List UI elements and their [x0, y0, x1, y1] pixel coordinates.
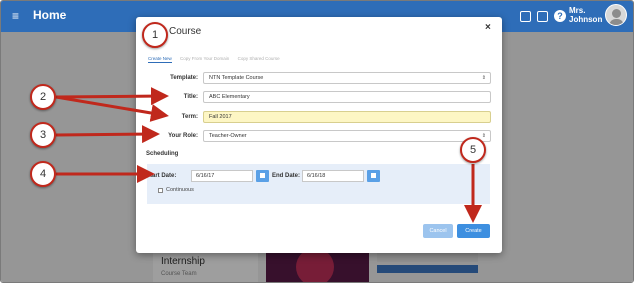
- start-date-label: Start Date:: [146, 173, 177, 179]
- tab-copy-shared-course[interactable]: Copy Shared Course: [238, 56, 280, 61]
- start-date-input[interactable]: 6/16/17: [191, 170, 253, 182]
- end-date-input[interactable]: 6/16/18: [302, 170, 364, 182]
- user-name-line2: Johnson: [569, 15, 603, 24]
- callout-1: 1: [142, 22, 168, 48]
- close-icon[interactable]: ×: [485, 22, 491, 33]
- start-calendar-icon[interactable]: [256, 170, 269, 182]
- avatar[interactable]: [605, 4, 627, 26]
- continuous-label: Continuous: [166, 187, 194, 193]
- course-modal: Course × Create New Copy From Your Domai…: [136, 17, 502, 253]
- title-value: ABC Elementary: [209, 94, 250, 100]
- template-label: Template:: [170, 75, 198, 81]
- select-caret-icon: ⇕: [481, 133, 486, 139]
- end-calendar-icon[interactable]: [367, 170, 380, 182]
- tab-copy-from-domain[interactable]: Copy From Your Domain: [180, 56, 229, 61]
- callout-3: 3: [30, 122, 56, 148]
- role-select[interactable]: Teacher-Owner ⇕: [203, 130, 491, 142]
- layers-icon[interactable]: [520, 11, 531, 22]
- callout-2: 2: [30, 84, 56, 110]
- hamburger-menu-icon[interactable]: ≡: [12, 10, 19, 22]
- create-button[interactable]: Create: [457, 224, 490, 238]
- callout-5: 5: [460, 137, 486, 163]
- page-title: Home: [33, 8, 67, 22]
- continuous-checkbox[interactable]: [158, 188, 163, 193]
- help-icon[interactable]: ?: [554, 10, 566, 22]
- end-date-label: End Date:: [272, 173, 301, 179]
- user-name-line1: Mrs.: [569, 6, 586, 15]
- template-select[interactable]: NTN Template Course ⇕: [203, 72, 491, 84]
- end-date-value: 6/16/18: [307, 173, 326, 179]
- term-value: Fall 2017: [209, 114, 232, 120]
- user-name[interactable]: Mrs. Johnson: [569, 6, 602, 24]
- callout-4: 4: [30, 161, 56, 187]
- start-date-value: 6/16/17: [196, 173, 215, 179]
- scheduling-heading: Scheduling: [146, 151, 179, 157]
- role-value: Teacher-Owner: [209, 133, 247, 139]
- title-label: Title:: [183, 94, 198, 100]
- title-input[interactable]: ABC Elementary: [203, 91, 491, 103]
- screenshot-frame: ≡ Home ? Mrs. Johnson Internship Course …: [0, 0, 634, 283]
- select-caret-icon: ⇕: [481, 75, 486, 81]
- cancel-button[interactable]: Cancel: [423, 224, 453, 238]
- role-label: Your Role:: [168, 133, 198, 139]
- clipboard-icon[interactable]: [537, 11, 548, 22]
- term-label: Term:: [181, 114, 198, 120]
- tab-create-new[interactable]: Create New: [148, 56, 172, 63]
- modal-title: Course: [169, 26, 202, 37]
- term-input[interactable]: Fall 2017: [203, 111, 491, 123]
- template-value: NTN Template Course: [209, 75, 264, 81]
- modal-tabs: Create New Copy From Your Domain Copy Sh…: [148, 56, 287, 63]
